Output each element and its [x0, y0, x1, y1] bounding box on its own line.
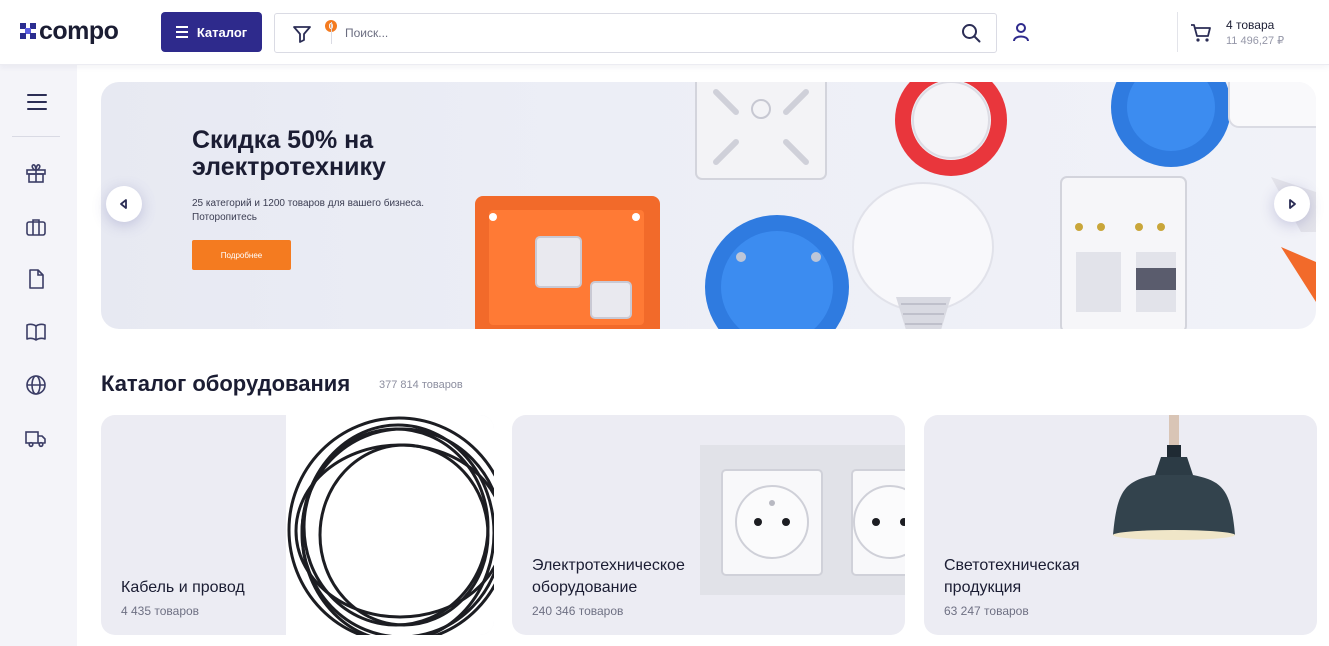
- catalog-button-label: Каталог: [196, 24, 248, 40]
- banner-prev-button[interactable]: [106, 186, 142, 222]
- category-count: 240 346 товаров: [532, 604, 624, 618]
- user-icon[interactable]: [1010, 21, 1032, 43]
- briefcase-icon[interactable]: [24, 215, 48, 239]
- category-name: Электротехническое оборудование: [532, 557, 685, 596]
- banner-title: Скидка 50% на электротехнику: [192, 126, 386, 181]
- document-icon[interactable]: [24, 267, 48, 291]
- cart-count: 4 товара: [1226, 18, 1275, 32]
- cart-icon: [1191, 24, 1211, 42]
- banner-next-button[interactable]: [1274, 186, 1310, 222]
- category-name: Светотехническая продукция: [944, 557, 1080, 596]
- filter-icon: [293, 26, 311, 43]
- pendant-lamp-image: [1113, 415, 1235, 540]
- category-card-lighting[interactable]: Светотехническая продукция 63 247 товаро…: [924, 415, 1317, 635]
- cable-coil-image: [274, 415, 494, 635]
- gift-icon[interactable]: [24, 161, 48, 185]
- book-icon[interactable]: [24, 320, 48, 344]
- truck-icon[interactable]: [24, 426, 48, 450]
- search-box: 0: [274, 13, 997, 53]
- search-input[interactable]: [345, 22, 945, 44]
- banner-more-button[interactable]: Подробнее: [192, 240, 291, 270]
- promo-banner[interactable]: Скидка 50% на электротехнику 25 категори…: [101, 82, 1316, 329]
- catalog-button[interactable]: Каталог: [161, 12, 262, 52]
- search-divider: [331, 22, 332, 44]
- category-name: Кабель и провод: [121, 579, 245, 596]
- banner-subtitle: 25 категорий и 1200 товаров для вашего б…: [192, 198, 425, 223]
- banner-electrical-products-image: [475, 82, 1316, 329]
- logo-mark-icon: [20, 23, 36, 39]
- cart-button[interactable]: 4 товара 11 496,27 ₽: [1190, 17, 1320, 49]
- sidebar-menu-button[interactable]: [27, 94, 47, 110]
- header: compo Каталог 0 4 товара 11 496,27 ₽: [0, 0, 1329, 65]
- cart-total: 11 496,27 ₽: [1226, 35, 1285, 47]
- search-icon[interactable]: [960, 22, 982, 44]
- logo[interactable]: compo: [20, 16, 119, 46]
- chevron-left-icon: [120, 199, 127, 209]
- globe-icon[interactable]: [24, 373, 48, 397]
- cart-separator: [1177, 12, 1178, 52]
- sidebar: [0, 65, 77, 646]
- category-card-electrical[interactable]: Электротехническое оборудование 240 346 …: [512, 415, 905, 635]
- filter-button[interactable]: 0: [291, 20, 337, 45]
- catalog-title: Каталог оборудования: [101, 371, 351, 396]
- category-count: 63 247 товаров: [944, 604, 1029, 618]
- chevron-right-icon: [1289, 199, 1296, 209]
- list-icon: [175, 26, 188, 38]
- catalog-count: 377 814 товаров: [379, 379, 463, 391]
- category-card-cable[interactable]: Кабель и провод 4 435 товаров: [101, 415, 494, 635]
- category-count: 4 435 товаров: [121, 604, 200, 618]
- logo-text: compo: [39, 17, 119, 45]
- power-sockets-image: [700, 445, 905, 595]
- sidebar-divider: [12, 136, 60, 137]
